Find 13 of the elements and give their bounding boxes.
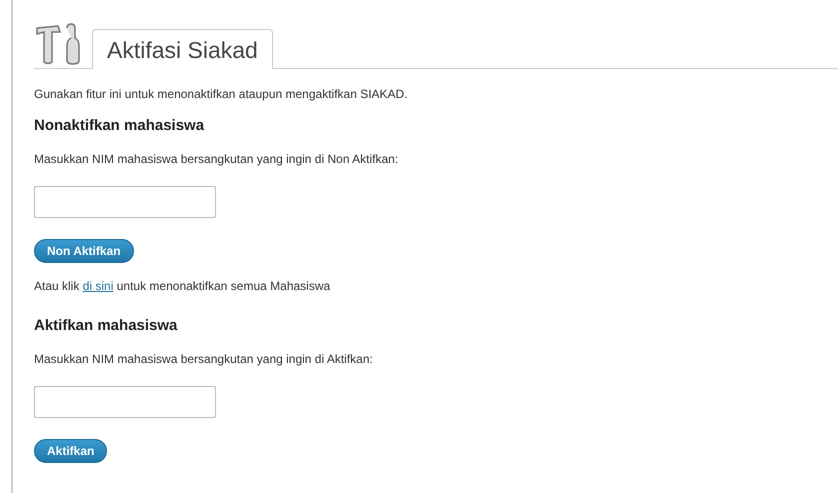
note-text: Atau klik di sini untuk menonaktifkan semua Mahasiswa (34, 279, 332, 293)
section-heading: Aktifkan mahasiswa (34, 317, 178, 334)
field-label: Masukkan NIM mahasiswa bersangkutan yang ingin di Aktifkan: (34, 352, 374, 366)
section-heading: Nonaktifkan mahasiswa (34, 117, 206, 134)
nim-input-field[interactable] (34, 386, 216, 418)
tools-icon (34, 22, 82, 66)
intro-text: Gunakan fitur ini untuk menonaktifkan ataupun mengaktifkan SIAKAD. (34, 87, 409, 101)
field-label: Masukkan NIM mahasiswa bersangkutan yang ingin di Non Aktifkan: (34, 152, 400, 166)
submit-button[interactable]: Non Aktifkan (34, 239, 134, 263)
page-tab[interactable]: Aktifasi Siakad (92, 29, 273, 69)
submit-button[interactable]: Aktifkan (34, 439, 108, 463)
here-link[interactable]: di sini (82, 279, 114, 293)
nim-input-field[interactable] (34, 186, 216, 218)
